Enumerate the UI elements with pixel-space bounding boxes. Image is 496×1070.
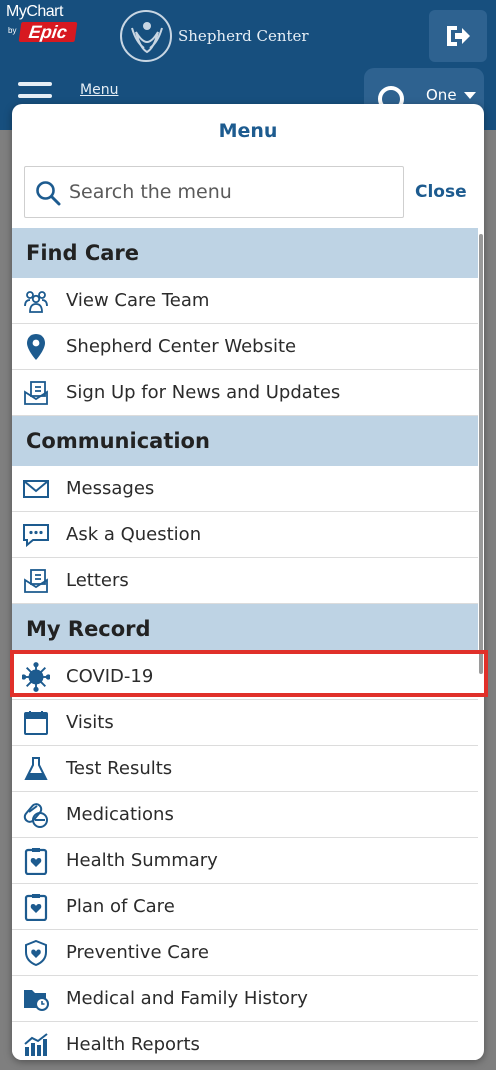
menu-item-label: Letters: [66, 570, 129, 591]
menu-link[interactable]: Menu: [80, 82, 118, 98]
menu-item-label: Medical and Family History: [66, 988, 308, 1009]
search-input[interactable]: [69, 175, 389, 209]
menu-item-label: Ask a Question: [66, 524, 202, 545]
organization-name: Shepherd Center: [178, 27, 309, 45]
menu-item-preventive-care[interactable]: Preventive Care: [12, 930, 478, 976]
search-box[interactable]: [24, 166, 404, 218]
menu-item-label: Sign Up for News and Updates: [66, 382, 341, 403]
menu-item-plan-of-care[interactable]: Plan of Care: [12, 884, 478, 930]
section-header-find-care: Find Care: [12, 228, 478, 278]
pills-icon: [22, 801, 50, 829]
menu-item-label: Health Reports: [66, 1034, 200, 1055]
flask-icon: [22, 755, 50, 783]
menu-item-letters[interactable]: Letters: [12, 558, 478, 604]
menu-item-sign-up-news[interactable]: Sign Up for News and Updates: [12, 370, 478, 416]
menu-item-view-care-team[interactable]: View Care Team: [12, 278, 478, 324]
organization-logo: Shepherd Center: [120, 10, 309, 62]
menu-item-label: View Care Team: [66, 290, 210, 311]
bar-chart-icon: [22, 1031, 50, 1059]
logout-icon: [447, 26, 470, 46]
close-button[interactable]: Close: [415, 182, 467, 202]
location-pin-icon: [22, 333, 50, 361]
shepherd-emblem-icon: [120, 10, 172, 62]
account-label: One: [426, 86, 457, 104]
menu-item-medications[interactable]: Medications: [12, 792, 478, 838]
clipboard-heart-icon: [22, 893, 50, 921]
shield-heart-icon: [22, 939, 50, 967]
menu-item-health-summary[interactable]: Health Summary: [12, 838, 478, 884]
envelope-icon: [22, 475, 50, 503]
menu-panel: Menu Close Find Care View Care Team: [12, 104, 484, 1060]
menu-item-label: Visits: [66, 712, 114, 733]
menu-item-visits[interactable]: Visits: [12, 700, 478, 746]
menu-item-ask-a-question[interactable]: Ask a Question: [12, 512, 478, 558]
letter-icon: [22, 567, 50, 595]
logout-button[interactable]: [429, 10, 487, 62]
section-header-my-record: My Record: [12, 604, 478, 654]
menu-item-health-reports[interactable]: Health Reports: [12, 1022, 478, 1060]
caret-down-icon: [464, 92, 476, 99]
menu-item-label: Medications: [66, 804, 174, 825]
menu-item-label: Preventive Care: [66, 942, 209, 963]
menu-item-label: COVID-19: [66, 666, 154, 687]
menu-scrollbar[interactable]: [478, 228, 484, 678]
calendar-icon: [22, 709, 50, 737]
menu-item-label: Plan of Care: [66, 896, 175, 917]
scrollbar-thumb[interactable]: [479, 234, 483, 674]
mychart-logo[interactable]: MyChart by Epic: [6, 4, 78, 48]
menu-item-label: Messages: [66, 478, 155, 499]
hamburger-line: [18, 82, 52, 86]
menu-item-covid-19[interactable]: COVID-19: [12, 654, 478, 700]
menu-item-label: Health Summary: [66, 850, 218, 871]
menu-item-label: Test Results: [66, 758, 173, 779]
menu-item-shepherd-center-website[interactable]: Shepherd Center Website: [12, 324, 478, 370]
menu-item-messages[interactable]: Messages: [12, 466, 478, 512]
folder-clock-icon: [22, 985, 50, 1013]
hamburger-line: [18, 94, 52, 98]
mychart-by-text: by: [8, 26, 17, 35]
menu-title: Menu: [218, 120, 278, 142]
care-team-icon: [22, 287, 50, 315]
top-header: MyChart by Epic Shepherd Center: [0, 0, 496, 70]
virus-icon: [22, 661, 50, 692]
menu-item-label: Shepherd Center Website: [66, 336, 297, 357]
menu-item-medical-family-history[interactable]: Medical and Family History: [12, 976, 478, 1022]
letter-icon: [22, 379, 50, 407]
epic-logo-text: Epic: [18, 22, 78, 42]
menu-list: Find Care View Care Team Shepherd Center…: [12, 228, 478, 1060]
menu-item-test-results[interactable]: Test Results: [12, 746, 478, 792]
search-icon: [36, 181, 61, 206]
mychart-logo-text: MyChart: [6, 3, 63, 20]
chat-bubble-icon: [22, 521, 50, 549]
section-header-communication: Communication: [12, 416, 478, 466]
clipboard-heart-icon: [22, 847, 50, 875]
